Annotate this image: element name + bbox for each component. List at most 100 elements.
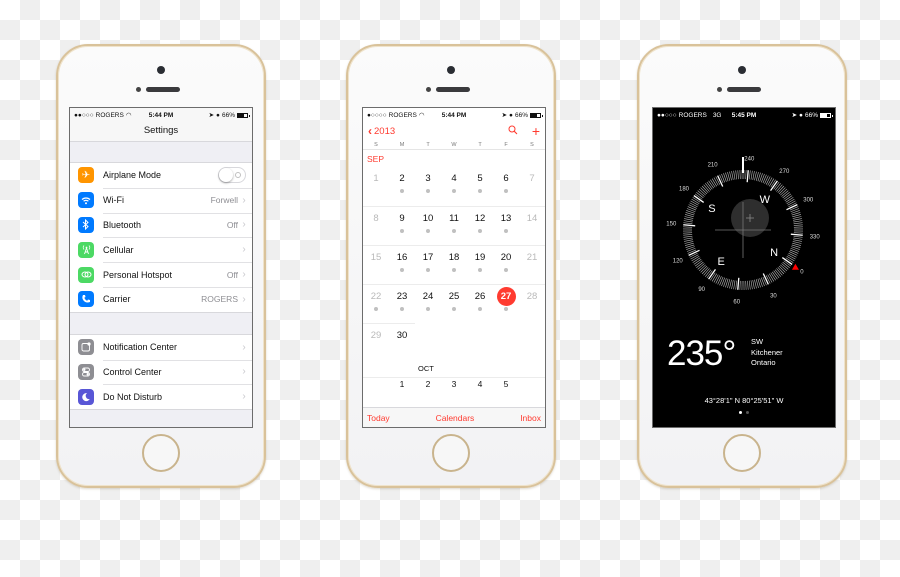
calendar-day[interactable]: 26 <box>467 285 493 323</box>
day-number: 22 <box>370 291 382 302</box>
dial-tick <box>733 280 736 290</box>
settings-row-cellular[interactable]: Cellular › <box>70 237 252 262</box>
dial-tick <box>683 224 696 227</box>
page-dot[interactable] <box>739 411 742 414</box>
chevron-right-icon: › <box>242 269 246 281</box>
search-icon[interactable] <box>508 125 518 138</box>
home-button[interactable] <box>432 434 470 472</box>
day-number: 2 <box>425 379 431 388</box>
dial-tick <box>690 200 699 206</box>
chevron-right-icon: › <box>242 366 246 378</box>
home-button[interactable] <box>723 434 761 472</box>
calendar-day[interactable]: 19 <box>467 246 493 284</box>
calendar-day[interactable]: 20 <box>493 246 519 284</box>
calendar-day[interactable]: 5 <box>493 378 519 388</box>
earpiece-speaker <box>146 87 180 92</box>
dial-tick <box>793 239 802 242</box>
calendar-day-today[interactable]: 27 <box>493 285 519 323</box>
calendar-day[interactable]: 1 <box>363 167 389 206</box>
calendar-day[interactable]: 25 <box>441 285 467 323</box>
weekday-label: F <box>504 142 508 148</box>
dial-tick <box>782 261 790 268</box>
status-bar: ●○○○○ ROGERS ◠ 5:44 PM ➤ ● 66% <box>363 108 545 122</box>
day-number: 24 <box>422 291 434 302</box>
add-event-icon[interactable]: + <box>532 123 540 139</box>
page-indicator[interactable] <box>653 411 835 414</box>
settings-row-wifi[interactable]: Wi-Fi Forwell › <box>70 187 252 213</box>
dial-tick <box>792 216 802 219</box>
calendar-day[interactable]: 30 <box>389 323 415 361</box>
dial-tick <box>754 171 757 181</box>
dial-tick <box>746 170 749 183</box>
dial-tick <box>693 259 702 265</box>
dial-tick <box>731 280 734 289</box>
back-to-year-button[interactable]: 2013 <box>374 126 395 137</box>
dial-tick <box>735 280 738 290</box>
calendar-day[interactable]: 12 <box>467 207 493 245</box>
day-number: 8 <box>373 213 379 224</box>
calendar-week: 15 16 17 18 19 20 21 <box>363 245 545 284</box>
day-number: 2 <box>399 173 405 184</box>
calendar-day[interactable]: 6 <box>493 167 519 206</box>
compass-dial[interactable]: 0306090120150180210240270300330NESW <box>653 122 836 322</box>
front-camera <box>738 66 746 74</box>
calendar-day[interactable]: 2 <box>415 378 441 388</box>
dial-tick <box>691 256 700 262</box>
calendar-day[interactable]: 3 <box>441 378 467 388</box>
chevron-right-icon: › <box>242 194 246 206</box>
calendar-day[interactable]: 17 <box>415 246 441 284</box>
settings-row-personal-hotspot[interactable]: Personal Hotspot Off › <box>70 262 252 287</box>
calendar-day[interactable]: 21 <box>519 246 545 284</box>
calendar-day[interactable]: 5 <box>467 167 493 206</box>
calendar-day[interactable]: 22 <box>363 285 389 323</box>
calendar-day[interactable]: 29 <box>363 323 389 361</box>
chevron-left-icon[interactable]: ‹ <box>368 124 372 138</box>
settings-row-airplane-mode[interactable]: ✈ Airplane Mode <box>70 163 252 188</box>
calendar-day[interactable]: 2 <box>389 167 415 206</box>
row-label: Carrier <box>103 294 131 305</box>
calendar-day[interactable]: 24 <box>415 285 441 323</box>
dial-degree-label: 60 <box>733 300 740 306</box>
page-dot[interactable] <box>746 411 749 414</box>
calendar-day[interactable]: 13 <box>493 207 519 245</box>
calendar-day[interactable]: 3 <box>415 167 441 206</box>
settings-row-control-center[interactable]: Control Center › <box>70 359 252 385</box>
phone-icon <box>78 291 94 308</box>
calendar-day[interactable]: 28 <box>519 285 545 323</box>
airplane-mode-toggle[interactable] <box>218 167 246 184</box>
settings-row-bluetooth[interactable]: Bluetooth Off › <box>70 212 252 238</box>
dial-tick <box>705 269 712 277</box>
dial-tick <box>748 280 751 290</box>
calendar-day[interactable]: 4 <box>441 167 467 206</box>
calendar-day[interactable]: 8 <box>363 207 389 245</box>
status-time: 5:44 PM <box>441 111 467 119</box>
calendar-day[interactable]: 23 <box>389 285 415 323</box>
calendar-day[interactable]: 1 <box>389 378 415 388</box>
calendar-day[interactable]: 4 <box>467 378 493 388</box>
settings-row-notification-center[interactable]: Notification Center › <box>70 335 252 360</box>
dial-tick <box>770 272 776 281</box>
control-center-icon <box>78 363 94 380</box>
dial-tick <box>752 171 755 180</box>
calendar-day[interactable]: 7 <box>519 167 545 206</box>
row-value: Off <box>226 269 238 280</box>
battery-icon <box>237 112 250 118</box>
calendar-day[interactable]: 16 <box>389 246 415 284</box>
calendar-day[interactable]: 18 <box>441 246 467 284</box>
calendar-day[interactable]: 14 <box>519 207 545 245</box>
dial-tick <box>711 273 717 282</box>
dial-tick <box>776 268 783 276</box>
calendar-day[interactable]: 15 <box>363 246 389 284</box>
calendar-day[interactable]: 10 <box>415 207 441 245</box>
location-region: Ontario <box>751 358 776 367</box>
dial-tick <box>691 198 700 204</box>
inbox-button[interactable]: Inbox <box>520 413 541 423</box>
today-button[interactable]: Today <box>367 413 390 423</box>
row-label: Bluetooth <box>103 219 142 230</box>
calendar-day[interactable]: 9 <box>389 207 415 245</box>
settings-row-carrier[interactable]: Carrier ROGERS › <box>70 286 252 312</box>
settings-row-do-not-disturb[interactable]: Do Not Disturb › <box>70 384 252 409</box>
home-button[interactable] <box>142 434 180 472</box>
calendars-button[interactable]: Calendars <box>436 413 475 423</box>
calendar-day[interactable]: 11 <box>441 207 467 245</box>
